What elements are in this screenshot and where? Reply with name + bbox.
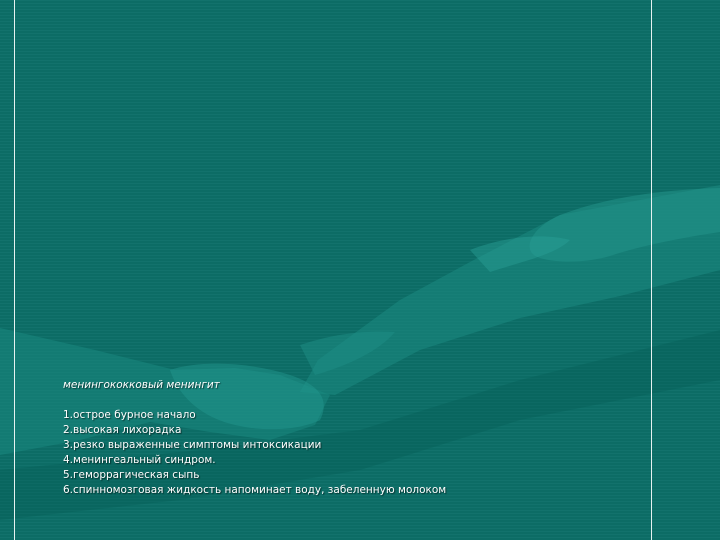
list-item: 3.резко выраженные симптомы интоксикации — [63, 439, 322, 451]
list-item: 2.высокая лихорадка — [63, 424, 182, 436]
slide: менингококковый менингит 1.острое бурное… — [0, 0, 720, 540]
list-item: 1.острое бурное начало — [63, 409, 196, 421]
left-vertical-rule — [14, 0, 15, 540]
list-item: 4.менингеальный синдром. — [63, 454, 216, 466]
slide-title: менингококковый менингит — [63, 379, 220, 391]
slide-content: менингококковый менингит 1.острое бурное… — [63, 378, 643, 498]
right-vertical-rule — [651, 0, 652, 540]
symptom-list: 1.острое бурное начало 2.высокая лихорад… — [63, 408, 643, 498]
list-item: 5.геморрагическая сыпь — [63, 469, 200, 481]
list-item: 6.спинномозговая жидкость напоминает вод… — [63, 484, 447, 496]
